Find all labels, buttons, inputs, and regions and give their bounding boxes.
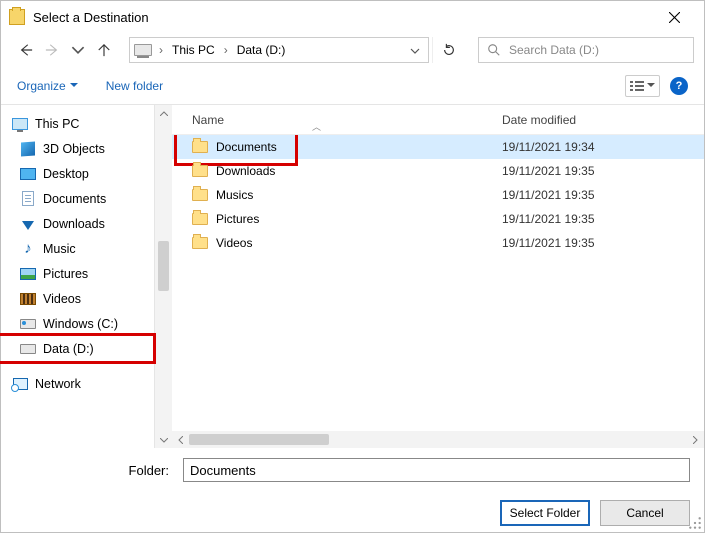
list-view-icon [630,80,644,92]
arrow-right-icon [45,43,59,57]
pictures-icon [20,268,36,280]
search-icon [487,43,501,57]
desktop-icon [20,168,36,180]
new-folder-button[interactable]: New folder [106,79,163,93]
hscroll-thumb[interactable] [189,434,329,445]
folder-icon [192,165,208,177]
file-hscrollbar[interactable] [172,431,704,448]
resize-grip-icon [688,516,702,530]
downloads-icon [22,221,34,230]
resize-grip[interactable] [688,516,702,530]
cancel-button[interactable]: Cancel [600,500,690,526]
tree-3d-objects[interactable]: 3D Objects [11,136,154,161]
network-icon [13,378,28,390]
select-folder-button[interactable]: Select Folder [500,500,590,526]
chevron-down-icon [70,83,78,88]
videos-icon [20,293,36,305]
chevron-down-icon [647,83,655,88]
folder-line: Folder: [15,458,690,482]
address-row: › This PC › Data (D:) Search Data (D:) [1,33,704,67]
refresh-icon [442,43,456,57]
nav-tree: This PC 3D Objects Desktop Documents Dow… [1,105,155,448]
drive-icon [134,44,152,56]
chevron-right-icon: › [222,43,230,57]
tree-documents[interactable]: Documents [11,186,154,211]
folder-label: Folder: [15,463,175,478]
col-name-header[interactable]: Name ︿ [172,113,502,127]
nav-back-button[interactable] [15,38,37,62]
organize-menu[interactable]: Organize [17,79,78,93]
file-row[interactable]: Videos 19/11/2021 19:35 [172,231,704,255]
close-icon [669,12,680,23]
folder-icon [192,189,208,201]
folder-app-icon [9,9,25,25]
drive-d-icon [20,344,36,354]
nav-up-button[interactable] [93,38,115,62]
folder-icon [192,141,208,153]
scroll-thumb[interactable] [158,241,169,291]
breadcrumb-expand[interactable] [406,43,424,57]
drive-c-icon [20,319,36,329]
close-button[interactable] [652,2,696,32]
title-bar: Select a Destination [1,1,704,33]
refresh-button[interactable] [432,37,464,63]
file-row[interactable]: Musics 19/11/2021 19:35 [172,183,704,207]
tree-data-d[interactable]: Data (D:) [11,336,154,361]
arrow-up-icon [97,43,111,57]
documents-icon [22,191,34,206]
search-box[interactable]: Search Data (D:) [478,37,694,63]
folder-icon [192,213,208,225]
tree-music[interactable]: ♪ Music [11,236,154,261]
view-options-button[interactable] [625,75,660,97]
command-bar: Organize New folder ? [1,67,704,105]
help-button[interactable]: ? [670,77,688,95]
body: This PC 3D Objects Desktop Documents Dow… [1,105,704,448]
breadcrumb-bar[interactable]: › This PC › Data (D:) [129,37,429,63]
folder-icon [192,237,208,249]
arrow-left-icon [19,43,33,57]
col-date-header[interactable]: Date modified [502,113,704,127]
breadcrumb-drive[interactable]: Data (D:) [235,43,288,57]
chevron-down-icon [71,43,85,57]
pc-icon [12,118,28,130]
file-row[interactable]: Downloads 19/11/2021 19:35 [172,159,704,183]
tree-videos[interactable]: Videos [11,286,154,311]
file-row[interactable]: Pictures 19/11/2021 19:35 [172,207,704,231]
scroll-down-arrow[interactable] [155,432,172,448]
file-rows: Documents 19/11/2021 19:34 Downloads 19/… [172,135,704,431]
file-list: Name ︿ Date modified Documents 19/11/202… [172,105,704,448]
scroll-left-arrow[interactable] [172,431,189,448]
scroll-track[interactable] [155,121,172,432]
window-title: Select a Destination [33,10,149,25]
button-row: Select Folder Cancel [15,500,690,526]
tree-desktop[interactable]: Desktop [11,161,154,186]
scroll-up-arrow[interactable] [155,105,172,121]
chevron-down-icon [410,48,420,54]
sort-indicator-icon: ︿ [312,120,321,133]
chevron-right-icon: › [157,43,165,57]
tree-scrollbar[interactable] [155,105,172,448]
tree-downloads[interactable]: Downloads [11,211,154,236]
scroll-right-arrow[interactable] [687,431,704,448]
nav-forward-button[interactable] [41,38,63,62]
nav-history-dropdown[interactable] [67,38,89,62]
file-row[interactable]: Documents 19/11/2021 19:34 [172,135,704,159]
footer: Folder: Select Folder Cancel [1,448,704,532]
3d-objects-icon [21,141,35,156]
tree-this-pc[interactable]: This PC [11,111,154,136]
column-headers: Name ︿ Date modified [172,105,704,135]
folder-input[interactable] [183,458,690,482]
music-icon: ♪ [24,241,32,256]
search-placeholder: Search Data (D:) [509,43,599,57]
tree-pictures[interactable]: Pictures [11,261,154,286]
hscroll-track[interactable] [189,431,687,448]
breadcrumb-thispc[interactable]: This PC [170,43,217,57]
dialog-window: Select a Destination › This PC › Data (D… [0,0,705,533]
tree-network[interactable]: Network [11,371,154,396]
